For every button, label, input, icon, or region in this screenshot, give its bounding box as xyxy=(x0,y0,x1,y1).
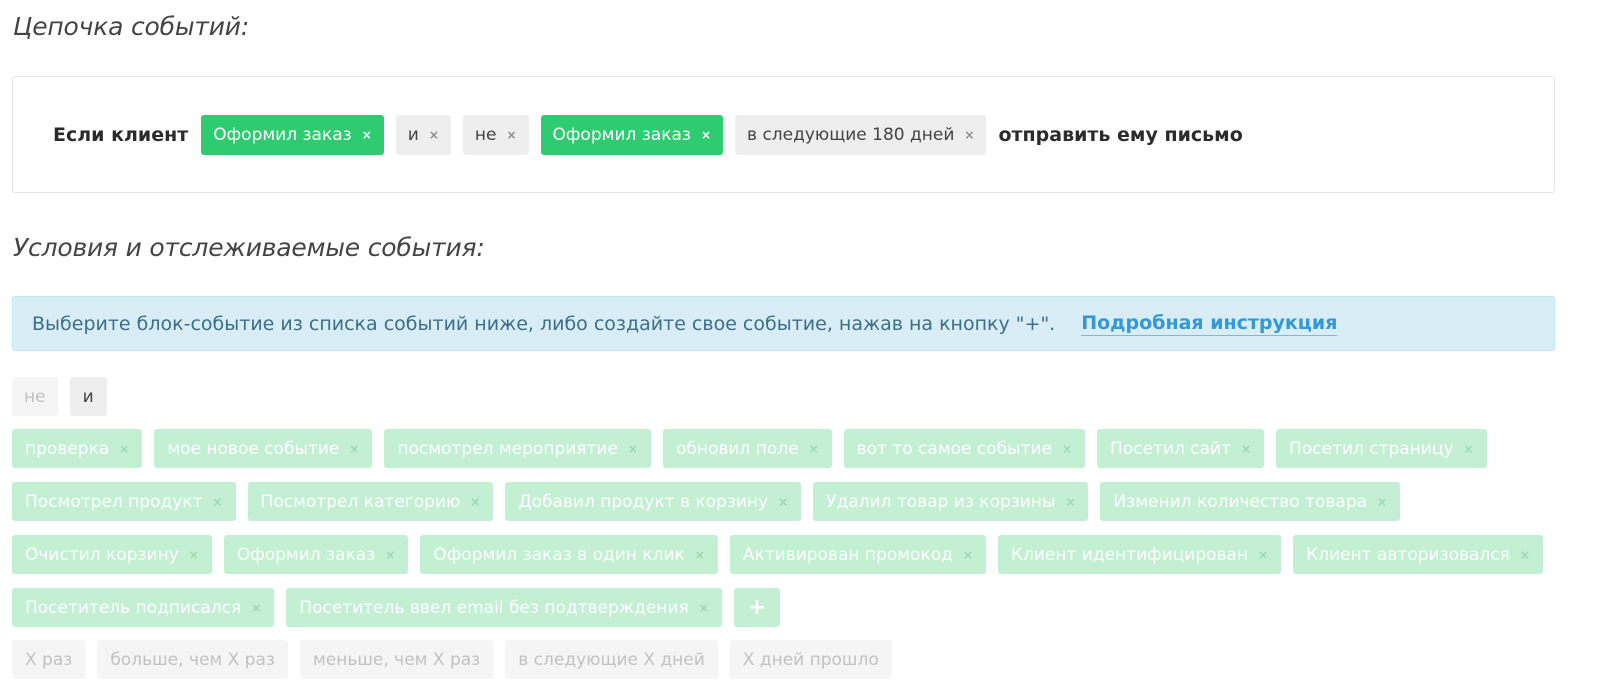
close-icon[interactable]: × xyxy=(362,128,372,142)
event-tag-label: Посмотрел продукт xyxy=(25,491,203,512)
close-icon[interactable]: × xyxy=(470,495,480,509)
operators-row: не и xyxy=(12,377,119,416)
event-tag[interactable]: посмотрел мероприятие × xyxy=(384,429,651,468)
event-tag-label: Клиент идентифицирован xyxy=(1010,544,1249,565)
event-tag-label: Посмотрел категорию xyxy=(260,491,461,512)
info-alert: Выберите блок-событие из списка событий … xyxy=(12,296,1555,351)
frequency-row: X раз больше, чем X раз меньше, чем X ра… xyxy=(12,640,904,679)
close-icon[interactable]: × xyxy=(429,128,439,142)
event-tag[interactable]: Посмотрел категорию × xyxy=(247,482,494,521)
close-icon[interactable]: × xyxy=(699,601,709,615)
close-icon[interactable]: × xyxy=(963,548,973,562)
event-tag-label: вот то самое событие xyxy=(856,438,1052,459)
close-icon[interactable]: × xyxy=(809,442,819,456)
event-tag-label: Посетитель подписался xyxy=(25,597,242,618)
close-icon[interactable]: × xyxy=(964,128,974,142)
chain-suffix: отправить ему письмо xyxy=(998,124,1243,146)
event-tag-label: Изменил количество товара xyxy=(1113,491,1368,512)
chain-tag-order-placed[interactable]: Оформил заказ × xyxy=(201,115,384,155)
event-tag-label: посмотрел мероприятие xyxy=(397,438,618,459)
event-chain-box: Если клиент Оформил заказ × и × не × Офо… xyxy=(12,76,1555,193)
event-tag[interactable]: Посетил страницу × xyxy=(1276,429,1487,468)
chain-tag-label: не xyxy=(474,125,497,145)
event-tag[interactable]: Изменил количество товара × xyxy=(1100,482,1401,521)
chain-tag-and[interactable]: и × xyxy=(395,115,451,155)
close-icon[interactable]: × xyxy=(1062,442,1072,456)
event-tag[interactable]: Посетил сайт × xyxy=(1097,429,1265,468)
event-tag-label: Посетил страницу xyxy=(1289,438,1454,459)
event-tag-label: Активирован промокод xyxy=(742,544,953,565)
event-tag[interactable]: Посетитель ввел email без подтверждения × xyxy=(286,588,722,627)
event-tag[interactable]: обновил поле × xyxy=(662,429,832,468)
event-tag-label: Добавил продукт в корзину xyxy=(518,491,769,512)
event-tag[interactable]: Оформил заказ × xyxy=(223,535,409,574)
close-icon[interactable]: × xyxy=(349,442,359,456)
events-row-2: Посмотрел продукт × Посмотрел категорию × … xyxy=(12,482,1412,521)
chain-tag-label: в следующие 180 дней xyxy=(747,125,955,145)
event-tag[interactable]: Посмотрел продукт × xyxy=(12,482,236,521)
event-tag[interactable]: Активирован промокод × xyxy=(729,535,986,574)
chain-tag-label: и xyxy=(407,125,419,145)
event-tag[interactable]: вот то самое событие × xyxy=(843,429,1086,468)
event-tag-label: Посетитель ввел email без подтверждения xyxy=(299,597,689,618)
event-tag[interactable]: проверка × xyxy=(12,429,143,468)
close-icon[interactable]: × xyxy=(1377,495,1387,509)
event-tag[interactable]: Клиент авторизовался × xyxy=(1293,535,1543,574)
close-icon[interactable]: × xyxy=(212,495,222,509)
add-event-button[interactable]: + xyxy=(733,588,781,627)
chain-prefix: Если клиент xyxy=(53,124,189,146)
close-icon[interactable]: × xyxy=(1520,548,1530,562)
chain-tag-label: Оформил заказ xyxy=(552,125,691,145)
event-tag[interactable]: мое новое событие × xyxy=(154,429,373,468)
event-tag-label: мое новое событие xyxy=(167,438,340,459)
close-icon[interactable]: × xyxy=(701,128,711,142)
events-row-4: Посетитель подписался × Посетитель ввел e… xyxy=(12,588,792,627)
close-icon[interactable]: × xyxy=(1258,548,1268,562)
close-icon[interactable]: × xyxy=(385,548,395,562)
event-tag-label: Клиент авторизовался xyxy=(1306,544,1510,565)
operator-and-button[interactable]: и xyxy=(69,377,107,416)
operator-not-button[interactable]: не xyxy=(12,377,58,416)
event-chain-row: Если клиент Оформил заказ × и × не × Офо… xyxy=(53,115,1243,155)
instructions-link[interactable]: Подробная инструкция xyxy=(1081,312,1338,336)
close-icon[interactable]: × xyxy=(251,601,261,615)
frequency-tag[interactable]: меньше, чем X раз xyxy=(299,640,494,679)
events-row-1: проверка × мое новое событие × посмотрел м… xyxy=(12,429,1499,468)
event-tag[interactable]: Добавил продукт в корзину × xyxy=(505,482,802,521)
close-icon[interactable]: × xyxy=(628,442,638,456)
events-row-3: Очистил корзину × Оформил заказ × Оформил … xyxy=(12,535,1555,574)
event-tag-label: Очистил корзину xyxy=(25,544,179,565)
close-icon[interactable]: × xyxy=(778,495,788,509)
event-tag-label: Оформил заказ xyxy=(236,544,376,565)
frequency-tag[interactable]: больше, чем X раз xyxy=(97,640,288,679)
event-tag[interactable]: Клиент идентифицирован × xyxy=(997,535,1282,574)
frequency-tag[interactable]: X дней прошло xyxy=(729,640,892,679)
page: Цепочка событий: Если клиент Оформил зак… xyxy=(0,0,1600,694)
conditions-section-title: Условия и отслеживаемые события: xyxy=(13,233,485,262)
close-icon[interactable]: × xyxy=(506,128,516,142)
close-icon[interactable]: × xyxy=(189,548,199,562)
chain-tag-period[interactable]: в следующие 180 дней × xyxy=(735,115,987,155)
event-tag[interactable]: Удалил товар из корзины × xyxy=(813,482,1089,521)
chain-section-title: Цепочка событий: xyxy=(13,12,250,41)
event-tag-label: проверка xyxy=(25,438,110,459)
close-icon[interactable]: × xyxy=(1241,442,1251,456)
info-text: Выберите блок-событие из списка событий … xyxy=(32,312,1056,335)
event-tag[interactable]: Очистил корзину × xyxy=(12,535,212,574)
close-icon[interactable]: × xyxy=(695,548,705,562)
chain-tag-order-placed-2[interactable]: Оформил заказ × xyxy=(540,115,724,155)
event-tag[interactable]: Оформил заказ в один клик × xyxy=(420,535,718,574)
event-tag[interactable]: Посетитель подписался × xyxy=(12,588,275,627)
event-tag-label: Посетил сайт xyxy=(1110,438,1231,459)
frequency-tag[interactable]: в следующие X дней xyxy=(505,640,718,679)
close-icon[interactable]: × xyxy=(1065,495,1075,509)
chain-tag-label: Оформил заказ xyxy=(213,125,352,145)
close-icon[interactable]: × xyxy=(119,442,129,456)
chain-tag-not[interactable]: не × xyxy=(462,115,529,155)
frequency-tag[interactable]: X раз xyxy=(12,640,86,679)
event-tag-label: Удалил товар из корзины xyxy=(826,491,1056,512)
close-icon[interactable]: × xyxy=(1464,442,1474,456)
event-tag-label: Оформил заказ в один клик xyxy=(433,544,685,565)
event-tag-label: обновил поле xyxy=(675,438,799,459)
